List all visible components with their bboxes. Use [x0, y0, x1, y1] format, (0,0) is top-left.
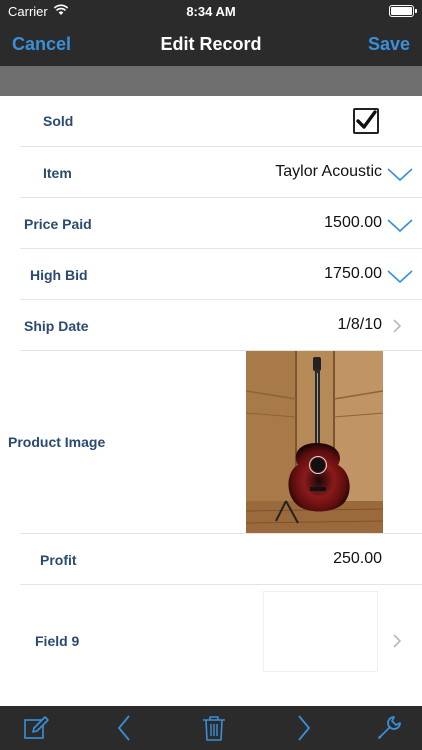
row-price-paid[interactable]: Price Paid 1500.00 — [0, 198, 422, 249]
item-value: Taylor Acoustic — [275, 163, 382, 180]
row-high-bid[interactable]: High Bid 1750.00 — [0, 249, 422, 300]
field-9-label: Field 9 — [35, 633, 80, 649]
trash-icon[interactable] — [200, 714, 228, 742]
page-title: Edit Record — [160, 34, 262, 54]
wrench-icon[interactable] — [375, 714, 403, 742]
row-field-9[interactable]: Field 9 — [0, 585, 422, 697]
guitar-photo[interactable] — [246, 351, 383, 534]
chevron-down-icon[interactable] — [386, 268, 414, 284]
field-9-image-placeholder[interactable] — [263, 591, 378, 672]
price-paid-label: Price Paid — [24, 216, 92, 232]
ship-date-value: 1/8/10 — [337, 316, 382, 333]
edit-icon[interactable] — [22, 714, 50, 742]
chevron-down-icon[interactable] — [386, 166, 414, 182]
high-bid-value: 1750.00 — [324, 265, 382, 282]
status-bar: Carrier 8:34 AM — [0, 0, 422, 22]
chevron-right-icon[interactable] — [392, 318, 402, 334]
row-profit: Profit 250.00 — [0, 534, 422, 585]
row-item[interactable]: Item Taylor Acoustic — [0, 147, 422, 198]
row-sold: Sold — [0, 96, 422, 147]
bottom-toolbar — [0, 706, 422, 750]
price-paid-value: 1500.00 — [324, 214, 382, 231]
back-arrow-icon[interactable] — [111, 714, 139, 742]
battery-icon — [389, 5, 417, 17]
chevron-right-icon[interactable] — [392, 633, 402, 649]
high-bid-label: High Bid — [30, 267, 88, 283]
sold-label: Sold — [43, 113, 74, 129]
clock: 8:34 AM — [186, 4, 236, 19]
row-product-image: Product Image — [0, 351, 422, 534]
checkmark-icon — [356, 110, 377, 129]
chevron-down-icon[interactable] — [386, 217, 414, 233]
section-header — [0, 66, 422, 96]
row-ship-date[interactable]: Ship Date 1/8/10 — [0, 300, 422, 351]
ship-date-label: Ship Date — [24, 318, 89, 334]
sold-checkbox[interactable] — [353, 108, 379, 134]
forward-arrow-icon[interactable] — [289, 714, 317, 742]
product-image-label: Product Image — [8, 434, 106, 450]
item-label: Item — [43, 165, 72, 181]
record-form: Sold Item Taylor Acoustic Price Paid 150… — [0, 96, 422, 706]
save-button[interactable]: Save — [368, 34, 410, 55]
navigation-bar: Cancel Edit Record Save — [0, 22, 422, 66]
profit-value: 250.00 — [333, 550, 382, 567]
profit-label: Profit — [40, 552, 77, 568]
